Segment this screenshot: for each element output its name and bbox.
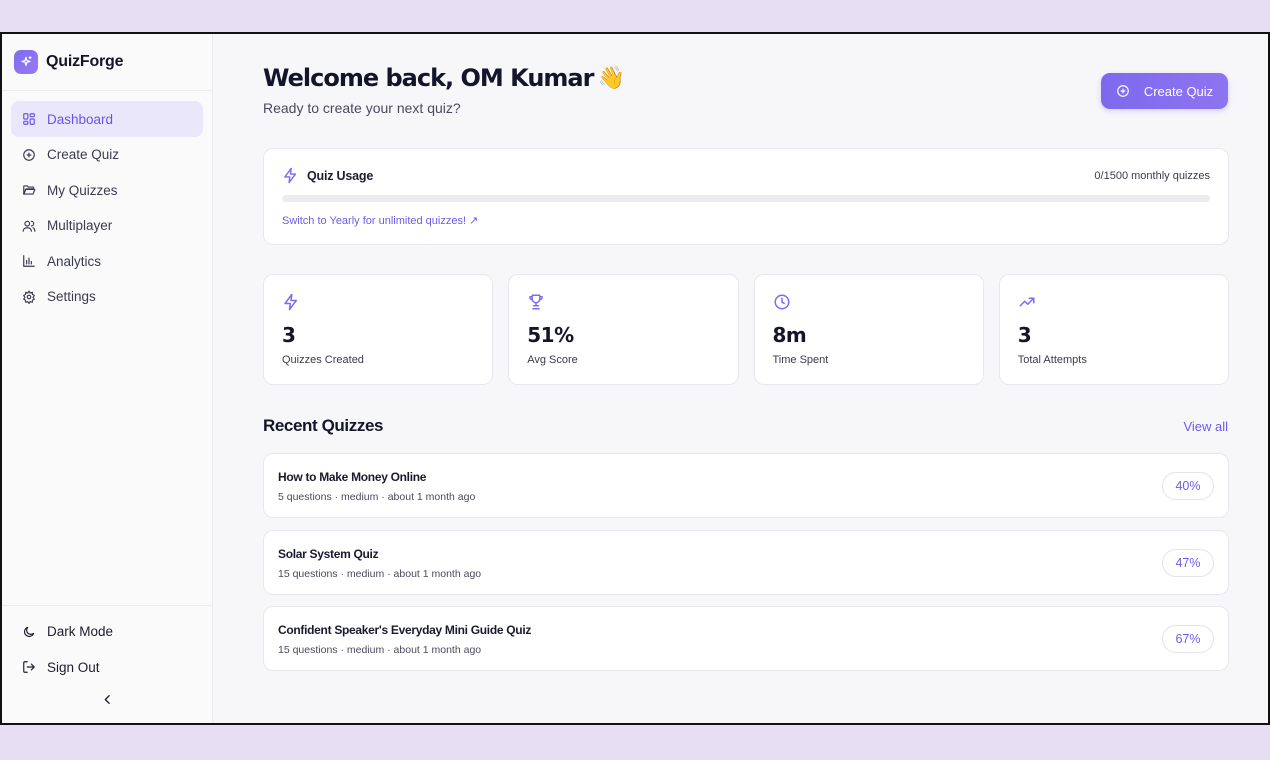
sidebar-item-my-quizzes[interactable]: My Quizzes [11,172,203,208]
sidebar-item-label: Analytics [47,253,102,269]
usage-count: 0/1500 monthly quizzes [1094,169,1210,182]
quiz-meta: 15 questions · medium · about 1 month ag… [278,567,482,580]
list-item[interactable]: Confident Speaker's Everyday Mini Guide … [263,606,1229,671]
list-item[interactable]: How to Make Money Online 5 questions · m… [263,453,1229,518]
sidebar-item-label: Create Quiz [47,147,120,162]
trophy-icon [529,294,544,310]
stat-card-time-spent: 8m Time Spent [753,274,984,385]
list-item[interactable]: Solar System Quiz 15 questions · medium … [263,529,1229,595]
lightning-icon [284,293,297,311]
collapse-sidebar-button[interactable] [11,685,203,713]
moon-icon [21,624,37,640]
quiz-name: Confident Speaker's Everyday Mini Guide … [278,623,532,637]
sidebar-item-label: Dashboard [47,111,114,127]
page-subtitle: Ready to create your next quiz? [263,100,461,116]
sign-out-icon [21,659,37,675]
quiz-name: How to Make Money Online [278,470,427,484]
sidebar-item-multiplayer[interactable]: Multiplayer [11,208,203,244]
plus-circle-icon [1116,85,1129,97]
sidebar-item-settings[interactable]: Settings [11,279,203,315]
trending-up-icon [1019,297,1035,307]
sign-out-label: Sign Out [47,659,100,675]
sidebar-item-label: My Quizzes [47,182,118,198]
score-badge: 47% [1162,548,1214,577]
view-all-link[interactable]: View all [1183,419,1228,434]
quiz-meta: 5 questions · medium · about 1 month ago [278,491,476,503]
clock-icon [774,294,789,310]
score-badge: 67% [1162,625,1214,653]
page-title: Welcome back, OM Kumar 👋 [263,64,625,92]
sparkles-logo-icon [14,50,38,74]
sidebar-nav: Dashboard Create Quiz My Quizzes Multipl… [2,91,212,314]
stat-card-quizzes-created: 3 Quizzes Created [263,274,494,385]
bar-chart-icon [21,253,37,269]
stat-value: 8m [772,323,807,347]
lightning-icon [284,167,297,184]
usage-title: Quiz Usage [307,168,374,183]
sidebar: QuizForge Dashboard Create Quiz My Quizz… [2,34,213,723]
sidebar-item-label: Multiplayer [47,218,113,233]
stat-card-avg-score: 51% Avg Score [508,274,739,385]
brand[interactable]: QuizForge [2,34,212,91]
sign-out-button[interactable]: Sign Out [11,650,203,686]
create-quiz-label: Create Quiz [1143,83,1214,99]
sidebar-footer: Dark Mode Sign Out [2,605,212,723]
chevron-left-icon [104,694,110,704]
recent-quizzes-title: Recent Quizzes [263,416,384,435]
stat-label: Time Spent [772,354,829,366]
sidebar-item-analytics[interactable]: Analytics [11,243,203,279]
main-content: Welcome back, OM Kumar 👋 Ready to create… [213,34,1268,723]
stat-value: 3 [1017,323,1032,347]
switch-yearly-link[interactable]: Switch to Yearly for unlimited quizzes! … [282,214,478,227]
quiz-usage-card: Quiz Usage 0/1500 monthly quizzes Switch… [263,148,1229,245]
quiz-meta: 15 questions · medium · about 1 month ag… [278,644,482,656]
usage-progress-bar [282,195,1210,202]
sidebar-item-dashboard[interactable]: Dashboard [11,101,203,137]
sidebar-item-label: Settings [47,289,96,304]
stat-value: 51% [527,323,574,347]
users-icon [21,218,37,234]
welcome-title-text: Welcome back, OM Kumar [263,64,594,92]
usage-header: Quiz Usage 0/1500 monthly quizzes [282,167,1210,184]
dark-mode-toggle[interactable]: Dark Mode [11,614,203,650]
stat-label: Total Attempts [1017,354,1087,366]
stat-card-total-attempts: 3 Total Attempts [998,274,1229,385]
app-window: QuizForge Dashboard Create Quiz My Quizz… [0,32,1270,725]
waving-hand-emoji: 👋 [597,65,624,91]
brand-name: QuizForge [46,53,124,70]
folder-icon [21,182,37,198]
gear-icon [21,289,37,305]
dark-mode-label: Dark Mode [47,624,114,640]
stat-label: Quizzes Created [282,354,364,366]
create-quiz-button[interactable]: Create Quiz [1101,73,1228,109]
recent-quizzes-list: How to Make Money Online 5 questions · m… [263,453,1229,683]
score-badge: 40% [1162,472,1214,500]
dashboard-icon [21,111,37,127]
stats-row: 3 Quizzes Created 51% Avg Score 8m Time … [263,274,1229,385]
plus-circle-icon [21,147,37,163]
welcome-header: Welcome back, OM Kumar 👋 Ready to create… [263,64,625,116]
sidebar-item-create-quiz[interactable]: Create Quiz [11,137,203,173]
quiz-name: Solar System Quiz [278,546,379,561]
stat-value: 3 [282,323,296,347]
stat-label: Avg Score [527,354,578,366]
